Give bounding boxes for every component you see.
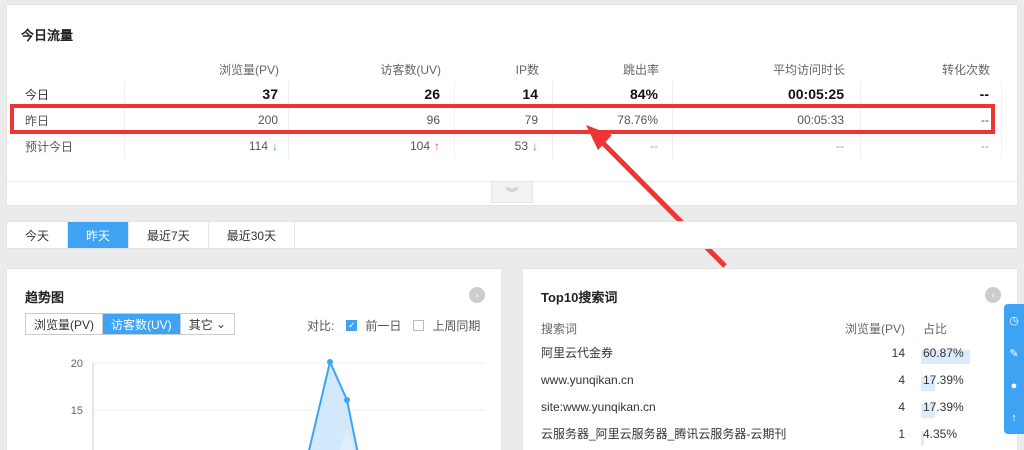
keyword-pv: 4 — [898, 399, 905, 414]
keyword-pct: 17.39% — [923, 372, 964, 387]
trend-point — [327, 359, 333, 365]
keyword-text[interactable]: www.yunqikan.cn — [541, 373, 837, 387]
yesterday-highlight-box — [10, 104, 995, 134]
col-bounce: 跳出率 — [622, 62, 659, 77]
checkbox-prev-day[interactable]: ✓ — [346, 320, 358, 331]
double-chevron-down-icon: ︾ — [505, 185, 518, 200]
keyword-text[interactable]: site:www.yunqikan.cn — [541, 400, 837, 414]
checkbox-last-week[interactable] — [413, 320, 425, 331]
forecast-ip: 53 — [514, 139, 528, 153]
tab-today[interactable]: 今天 — [7, 222, 69, 248]
traffic-header-row: 浏览量(PV) 访客数(UV) IP数 跳出率 平均访问时长 转化次数 — [17, 57, 1002, 81]
trend-title: 趋势图 — [25, 290, 65, 305]
keyword-row: 云服务器_阿里云服务器_腾讯云服务器-云期刊 1 4.35% — [541, 420, 1001, 447]
top10-title: Top10搜索词 — [541, 290, 618, 305]
forecast-pv: 114 — [248, 139, 268, 153]
trend-chart: 20 15 — [71, 358, 485, 450]
forecast-pv-cell: 114 ↓ — [125, 133, 289, 159]
forecast-conv: -- — [861, 133, 1002, 159]
y-tick-20: 20 — [71, 358, 83, 370]
metric-other[interactable]: 其它 ⌄ — [181, 314, 234, 334]
keyword-header-row: 搜索词 浏览量(PV) 占比 — [541, 317, 1001, 339]
arrow-down-icon: ↓ — [532, 139, 538, 153]
keyword-share: 4.35% — [921, 426, 1001, 445]
col-keyword: 搜索词 — [541, 321, 578, 336]
metric-pv[interactable]: 浏览量(PV) — [26, 314, 104, 334]
keyword-text[interactable]: 阿里云代金券 — [541, 344, 837, 361]
side-toolbar: ◷ ✎ ● ↑ — [1004, 304, 1024, 434]
traffic-title: 今日流量 — [21, 28, 74, 43]
trend-area — [309, 362, 358, 450]
forecast-ip-cell: 53 ↓ — [455, 133, 553, 159]
trend-point — [344, 397, 350, 403]
col-pv: 浏览量(PV) — [218, 62, 279, 77]
col-conversions: 转化次数 — [941, 62, 990, 77]
col-share: 占比 — [923, 321, 948, 336]
keyword-pv: 4 — [898, 372, 905, 387]
feedback-icon[interactable]: ◷ — [1009, 314, 1019, 327]
metric-uv[interactable]: 访客数(UV) — [103, 314, 181, 334]
arrow-down-icon: ↓ — [272, 139, 278, 153]
metric-switch: 浏览量(PV) 访客数(UV) 其它 ⌄ — [25, 313, 236, 335]
keyword-row: site:www.yunqikan.cn 4 17.39% — [541, 393, 1001, 420]
col-avg-duration: 平均访问时长 — [772, 62, 845, 77]
tab-last-30-days[interactable]: 最近30天 — [209, 222, 296, 248]
compare-prev-day-label: 前一日 — [365, 319, 402, 333]
arrow-up-icon: ↑ — [434, 139, 440, 153]
forecast-uv-cell: 104 ↑ — [289, 133, 455, 159]
keyword-row: 阿里云代金券 14 60.87% — [541, 339, 1001, 366]
trend-card: 趋势图 › 浏览量(PV) 访客数(UV) 其它 ⌄ 对比: ✓ 前一日 上周同… — [6, 268, 502, 450]
forecast-avg: -- — [673, 133, 861, 159]
chevron-down-icon: ⌄ — [216, 317, 227, 331]
keyword-share: 60.87% — [921, 345, 1001, 364]
forecast-uv: 104 — [409, 139, 430, 153]
col-uv: 访客数(UV) — [380, 62, 441, 77]
forecast-row: 预计今日 114 ↓ 104 ↑ 53 ↓ -- -- -- — [17, 133, 1002, 159]
tab-last-7-days[interactable]: 最近7天 — [129, 222, 209, 248]
y-tick-15: 15 — [71, 405, 83, 417]
keyword-pv: 14 — [891, 345, 905, 360]
date-tabs: 今天 昨天 最近7天 最近30天 — [6, 221, 1018, 249]
edit-icon[interactable]: ✎ — [1009, 347, 1018, 360]
chevron-right-icon[interactable]: › — [469, 287, 485, 303]
keyword-share: 17.39% — [921, 372, 1001, 391]
keyword-pct: 4.35% — [923, 426, 958, 441]
keyword-pv: 1 — [898, 426, 905, 441]
chat-icon[interactable]: ● — [1011, 380, 1018, 392]
tab-yesterday[interactable]: 昨天 — [68, 222, 130, 248]
top10-card: Top10搜索词 › 搜索词 浏览量(PV) 占比 阿里云代金券 14 60.87%… — [522, 268, 1018, 450]
col-kw-pv: 浏览量(PV) — [844, 321, 905, 336]
forecast-label: 预计今日 — [17, 133, 125, 159]
chevron-right-icon[interactable]: › — [985, 287, 1001, 303]
keyword-share: 17.39% — [921, 399, 1001, 418]
keyword-text[interactable]: 云服务器_阿里云服务器_腾讯云服务器-云期刊 — [541, 425, 837, 442]
keyword-table: 搜索词 浏览量(PV) 占比 阿里云代金券 14 60.87% www.yunqika… — [541, 317, 1001, 447]
forecast-bounce: -- — [553, 133, 673, 159]
keyword-pct: 60.87% — [923, 345, 964, 360]
compare-label: 对比: — [307, 319, 335, 333]
back-to-top-icon[interactable]: ↑ — [1011, 412, 1017, 424]
keyword-row: www.yunqikan.cn 4 17.39% — [541, 366, 1001, 393]
keyword-pct: 17.39% — [923, 399, 964, 414]
compare-last-week-label: 上周同期 — [432, 319, 481, 333]
expand-button[interactable]: ︾ — [491, 181, 533, 203]
col-ip: IP数 — [515, 62, 539, 77]
compare-options: 对比: ✓ 前一日 上周同期 — [307, 317, 480, 334]
